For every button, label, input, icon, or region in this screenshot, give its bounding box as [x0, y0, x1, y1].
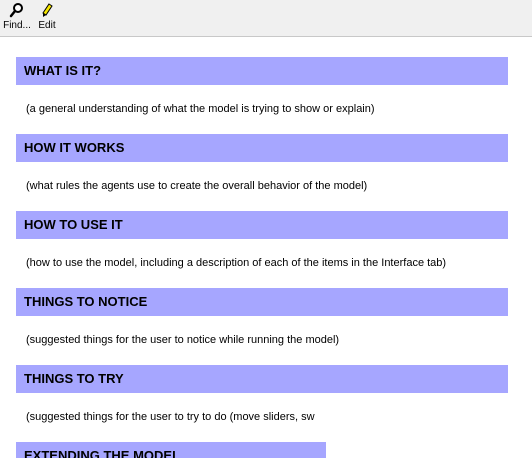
find-button[interactable]: Find...: [1, 2, 33, 34]
info-toolbar: Find... Edit: [0, 0, 532, 37]
section-heading-things-to-notice: THINGS TO NOTICE: [16, 288, 508, 316]
edit-label: Edit: [38, 20, 56, 31]
info-content: WHAT IS IT? (a general understanding of …: [0, 37, 532, 458]
find-label: Find...: [3, 20, 31, 31]
edit-button[interactable]: Edit: [34, 2, 60, 34]
magnifier-icon: [9, 3, 23, 18]
section-text-things-to-notice: (suggested things for the user to notice…: [26, 334, 340, 346]
section-text-things-to-try: (suggested things for the user to try to…: [26, 411, 315, 423]
section-heading-things-to-try: THINGS TO TRY: [16, 365, 508, 393]
section-heading-extending-the-model: EXTENDING THE MODEL: [16, 442, 326, 458]
section-text-how-it-works: (what rules the agents use to create the…: [26, 180, 368, 192]
section-text-what-is-it: (a general understanding of what the mod…: [26, 103, 375, 115]
section-heading-what-is-it: WHAT IS IT?: [16, 57, 508, 85]
section-heading-how-it-works: HOW IT WORKS: [16, 134, 508, 162]
section-text-how-to-use-it: (how to use the model, including a descr…: [26, 257, 447, 269]
section-heading-how-to-use-it: HOW TO USE IT: [16, 211, 508, 239]
pencil-icon: [42, 3, 53, 17]
